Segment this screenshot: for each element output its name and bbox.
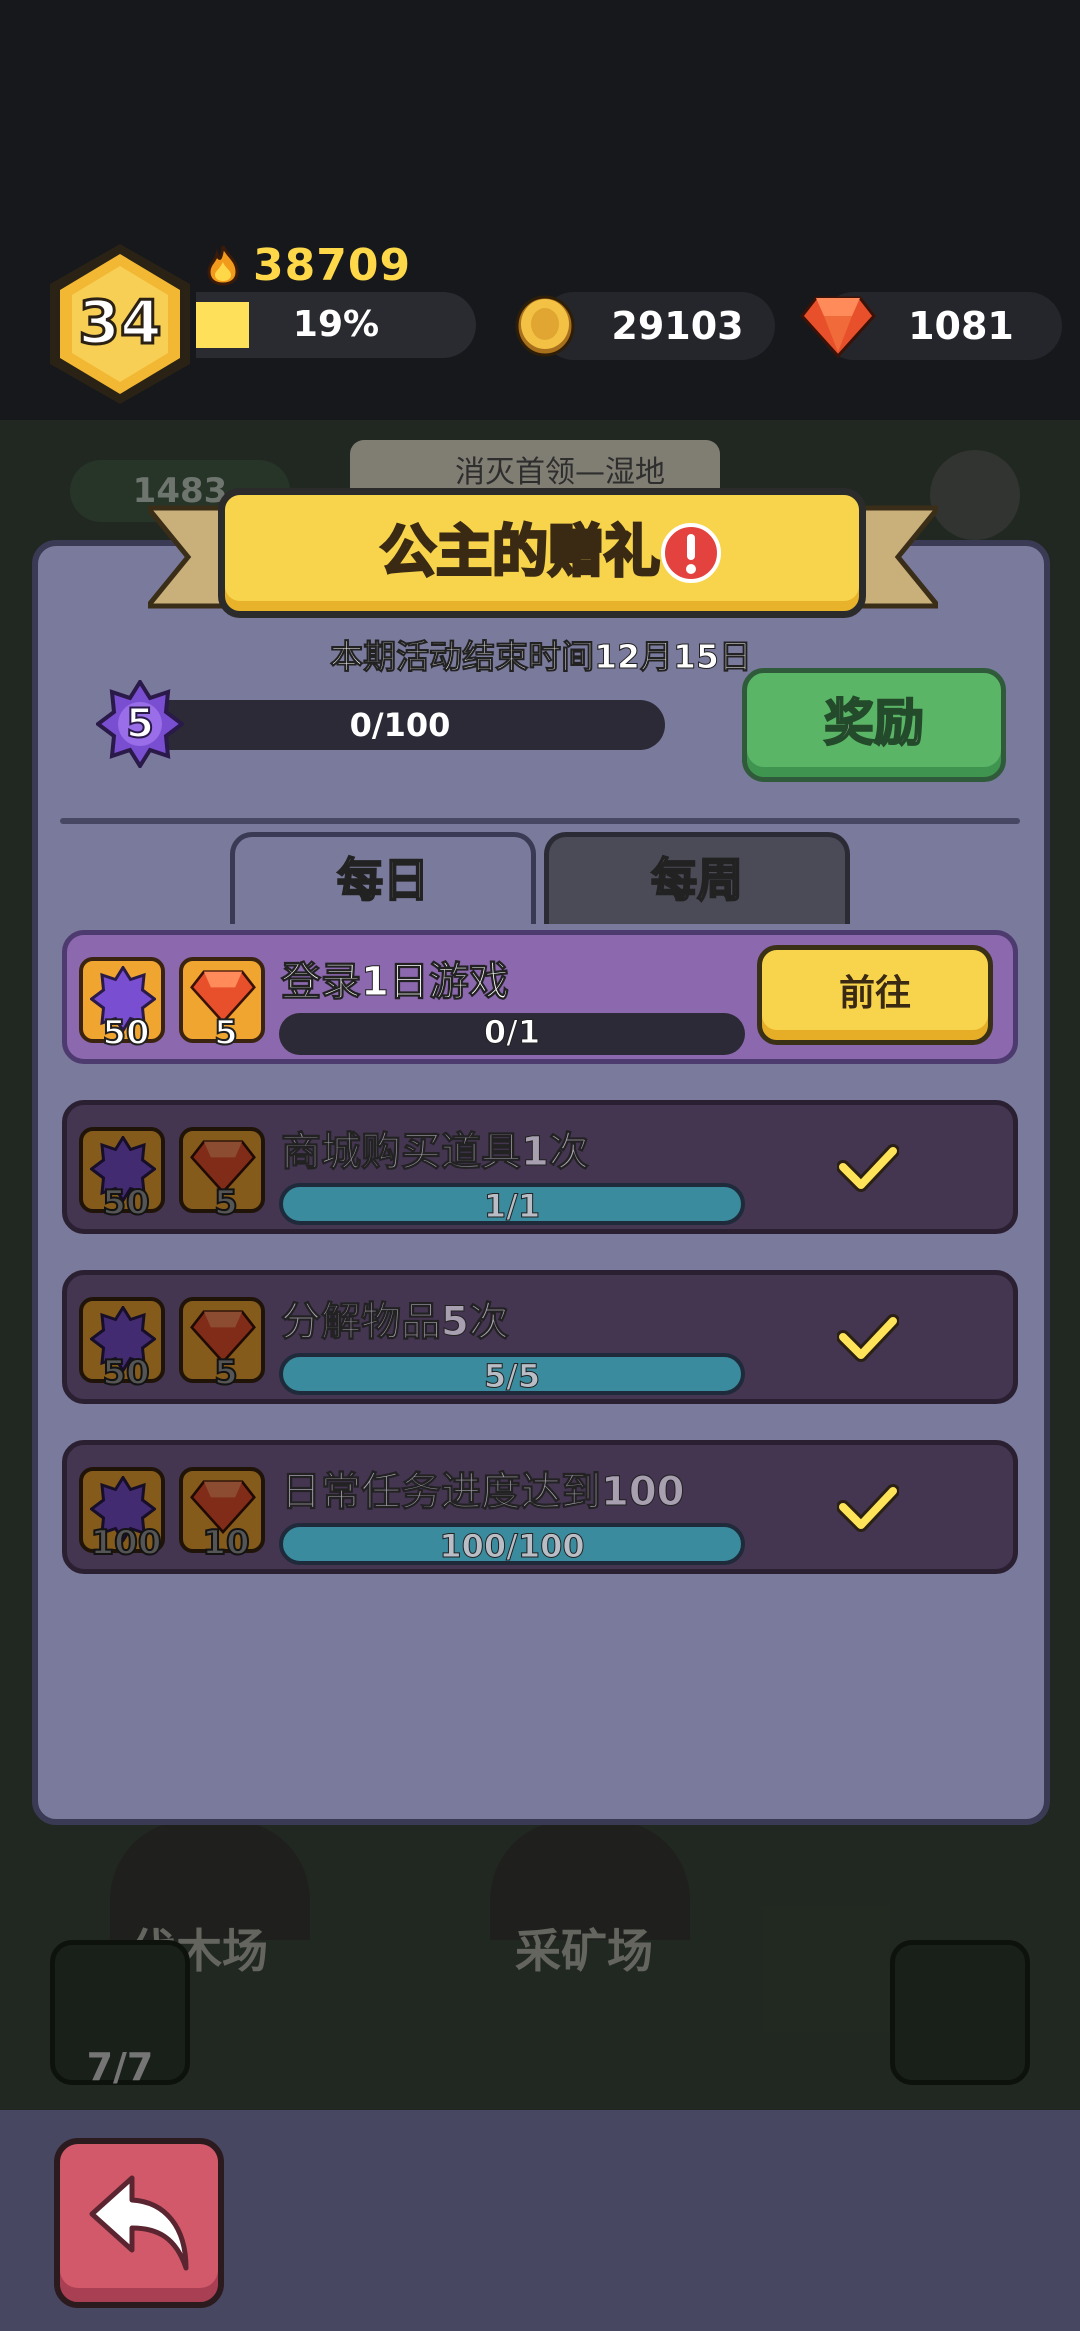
task-progress-text: 100/100 [439,1527,585,1566]
gem-reward-qty: 10 [201,1522,250,1564]
reward-button[interactable]: 奖励 [742,668,1006,782]
star-reward-qty: 100 [90,1522,163,1564]
task-label: 分解物品5次 [281,1299,510,1346]
star-reward-slot: 50 [79,1127,165,1224]
level-badge[interactable]: 34 [44,240,196,408]
task-label: 商城购买道具1次 [281,1129,590,1176]
checkmark-icon [837,1144,899,1192]
task-progress-text: 5/5 [483,1357,541,1396]
title-plate: 公主的赠礼 [218,488,866,618]
checkmark-icon [837,1484,899,1532]
task-progress-text: 1/1 [483,1187,541,1226]
star-reward-qty: 50 [101,1012,150,1054]
gem-reward-slot: 10 [179,1467,265,1564]
tab-daily-label: 每日 [336,852,430,908]
gem-reward-slot: 5 [179,1297,265,1394]
xp-progress-bar: 19% [196,292,476,358]
star-reward-slot: 50 [79,1297,165,1394]
star-reward-slot: 50 [79,957,165,1054]
task-progress-text: 0/1 [483,1013,541,1052]
xp-percent: 19% [292,304,380,345]
gem-icon [800,296,876,358]
star-reward-qty: 50 [101,1182,150,1224]
tab-weekly-label: 每周 [650,852,744,908]
back-button[interactable] [54,2138,224,2308]
checkmark-icon [837,1314,899,1362]
gem-reward-qty: 5 [213,1012,239,1054]
task-row: 50 5 登录1日游戏 0/1 前往 [62,930,1018,1064]
power-display: 38709 [205,239,412,291]
task-row: 50 5 分解物品5次 5/5 [62,1270,1018,1404]
coin-icon [515,295,575,357]
flame-icon [207,244,239,286]
dialog-title: 公主的赠礼 [379,519,662,587]
top-status-bar: 34 38709 19% 29103 1081 [0,0,1080,420]
go-button-label: 前往 [838,973,911,1014]
reward-button-label: 奖励 [823,693,925,753]
power-value: 38709 [253,239,412,291]
task-row: 50 5 商城购买道具1次 1/1 [62,1100,1018,1234]
gem-reward-qty: 5 [213,1182,239,1224]
tab-weekly[interactable]: 每周 [544,832,850,924]
exclamation-icon [661,523,721,583]
task-progress-bar: 0/1 [279,1013,745,1055]
gem-reward-slot: 5 [179,957,265,1054]
star-level: 5 [125,700,155,748]
gem-reward-qty: 5 [213,1352,239,1394]
section-divider [60,818,1020,824]
gem-reward-slot: 5 [179,1127,265,1224]
event-progress-text: 0/100 [349,706,451,744]
task-label: 日常任务进度达到100 [281,1469,685,1516]
back-arrow-icon [89,2175,189,2271]
star-reward-qty: 50 [101,1352,150,1394]
go-button[interactable]: 前往 [757,945,993,1045]
task-progress-bar: 5/5 [279,1353,745,1396]
task-row: 100 10 日常任务进度达到100 100/100 [62,1440,1018,1574]
task-progress-bar: 100/100 [279,1523,745,1566]
level-number: 34 [77,287,164,360]
tab-daily[interactable]: 每日 [230,832,536,924]
task-label: 登录1日游戏 [281,959,510,1006]
star-reward-slot: 100 [79,1467,165,1564]
task-progress-bar: 1/1 [279,1183,745,1226]
